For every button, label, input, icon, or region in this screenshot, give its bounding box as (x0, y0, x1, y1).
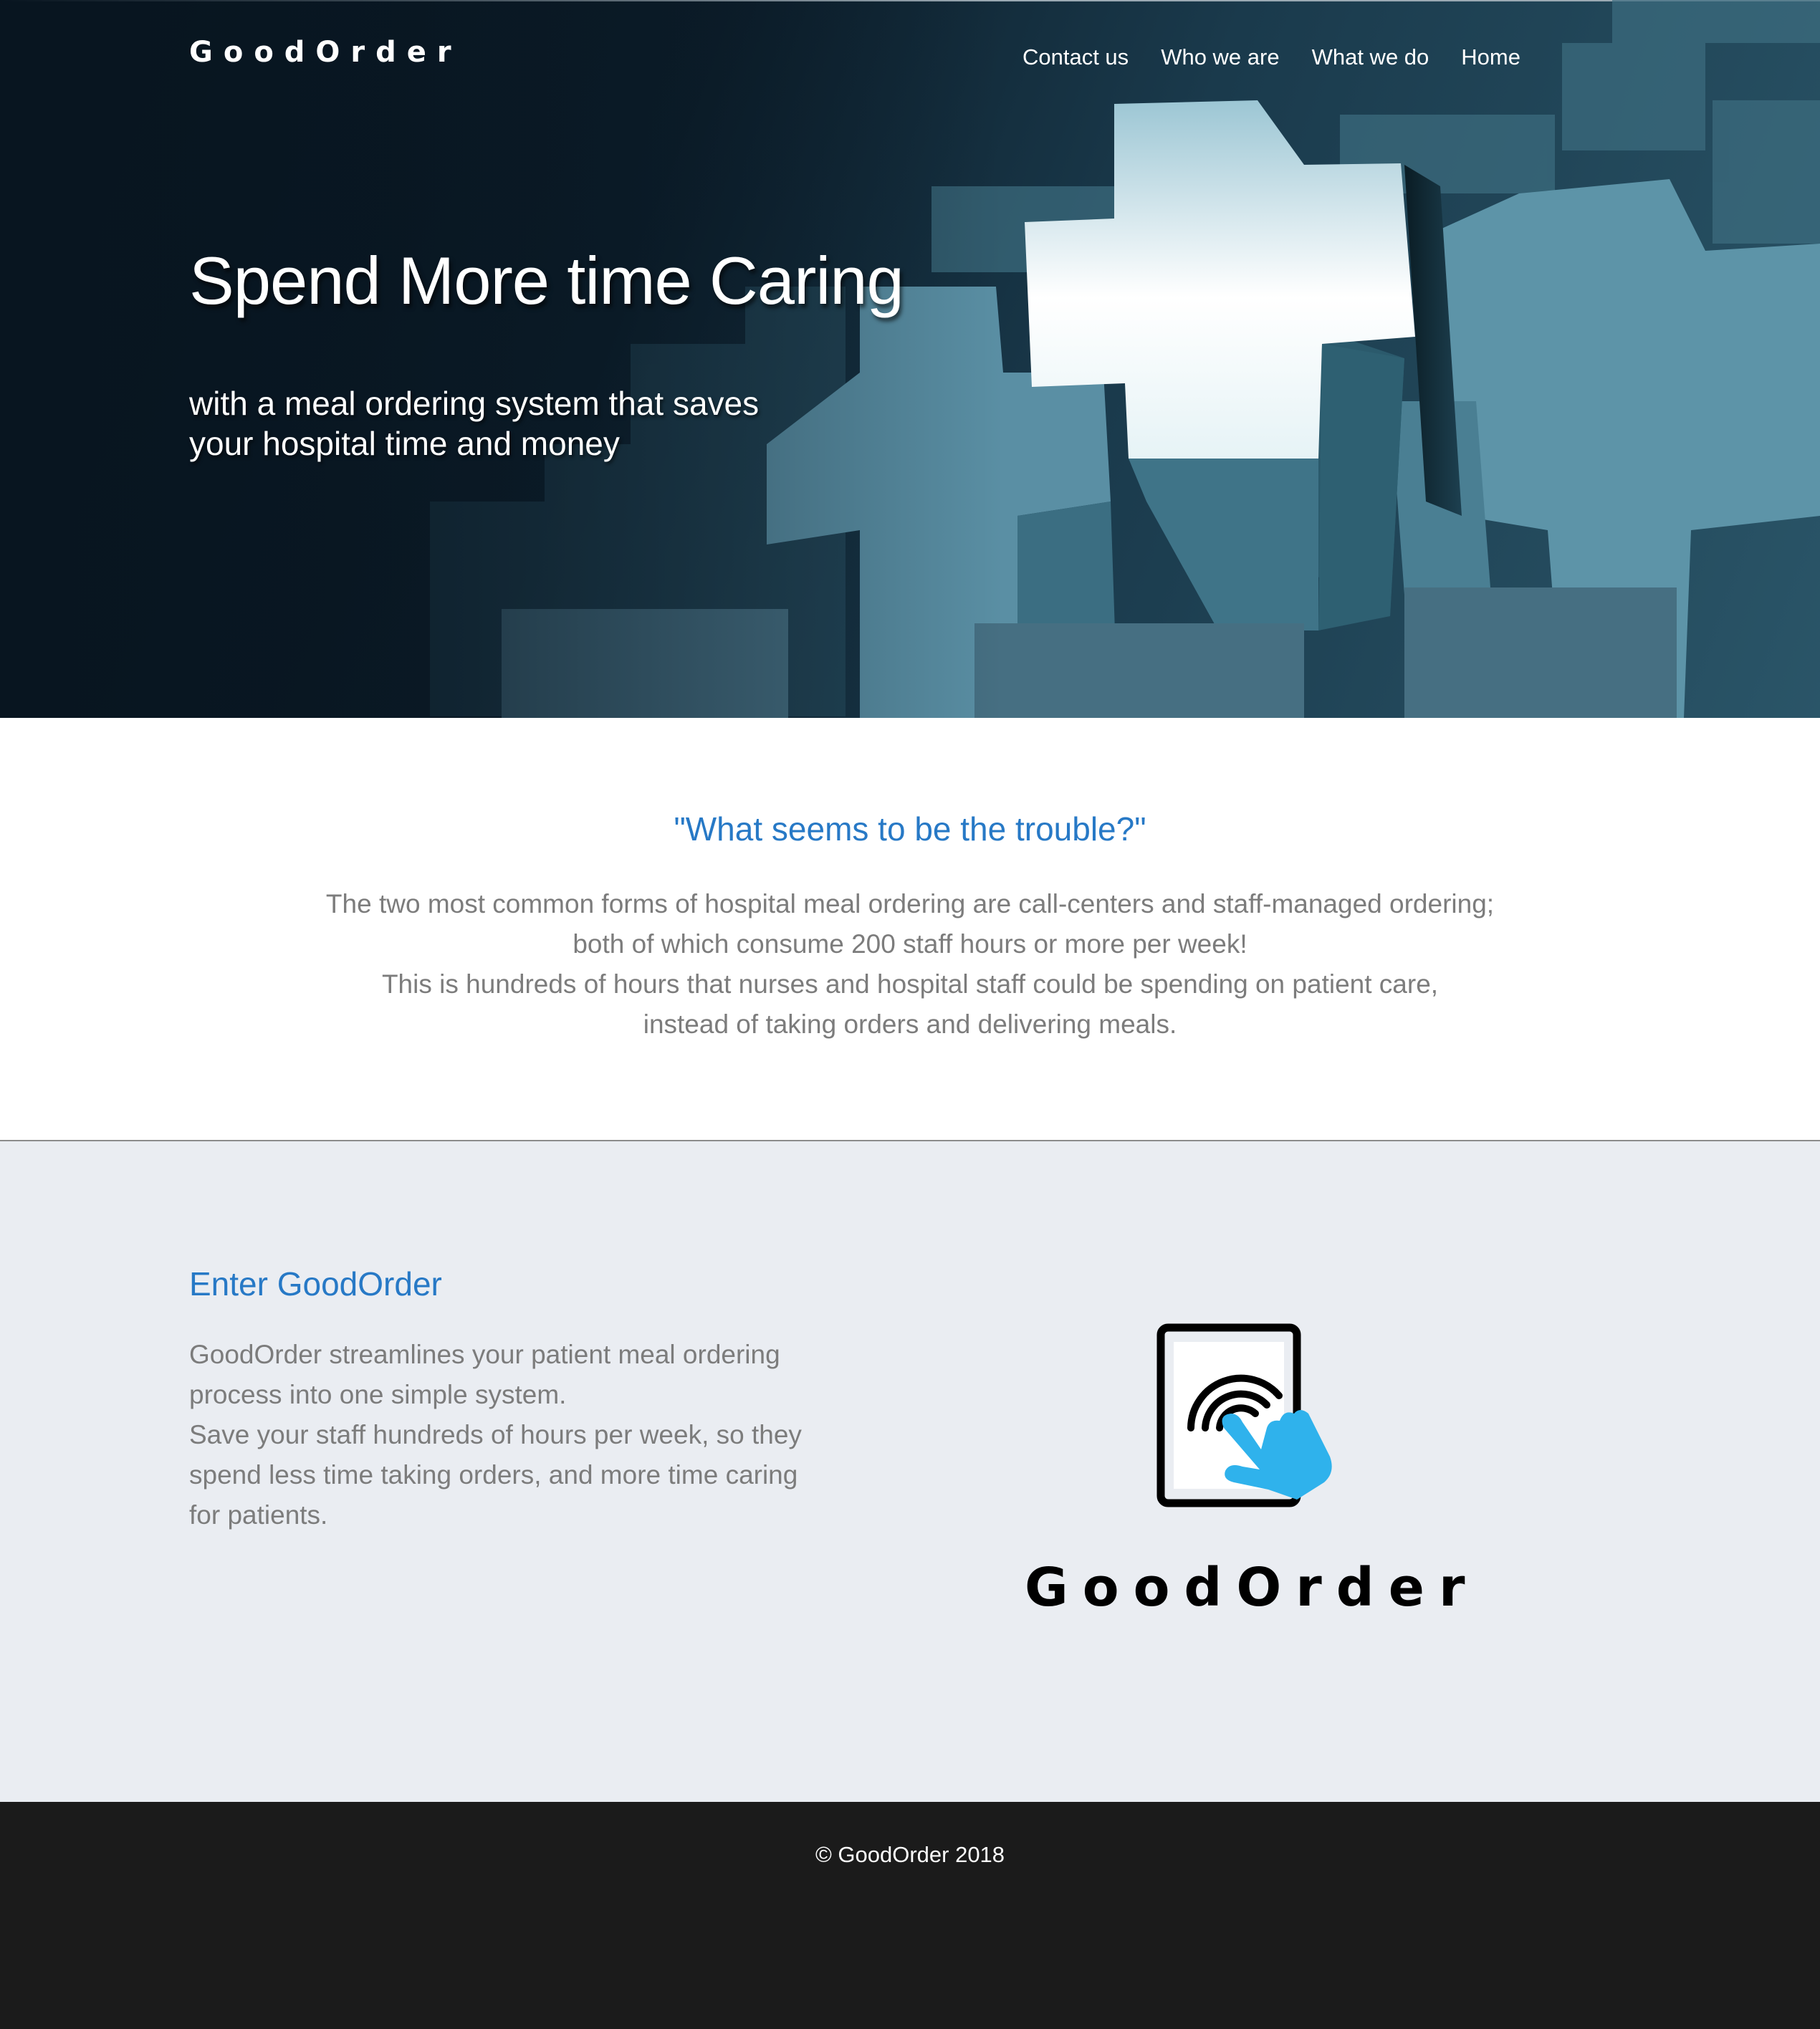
copyright-text: © GoodOrder 2018 (815, 1842, 1005, 1867)
hero-title: Spend More time Caring (189, 243, 904, 318)
goodorder-logo: GoodOrder (1025, 1320, 1480, 1621)
enter-goodorder-section: Enter GoodOrder GoodOrder streamlines yo… (0, 1141, 1820, 1802)
nav-home[interactable]: Home (1461, 44, 1520, 70)
logo-wordmark: GoodOrder (1025, 1557, 1480, 1618)
nav-contact-us[interactable]: Contact us (1022, 44, 1129, 70)
brand-logo[interactable]: GoodOrder (189, 36, 462, 69)
enter-line: Save your staff hundreds of hours per we… (189, 1420, 802, 1449)
site-footer: © GoodOrder 2018 (0, 1802, 1820, 2029)
tablet-tap-icon (1156, 1323, 1332, 1507)
trouble-line: instead of taking orders and delivering … (643, 1009, 1177, 1039)
enter-line: GoodOrder streamlines your patient meal … (189, 1340, 780, 1369)
trouble-section: "What seems to be the trouble?" The two … (0, 718, 1820, 1141)
main-nav: Contact us Who we are What we do Home (1022, 44, 1520, 70)
trouble-text: The two most common forms of hospital me… (193, 884, 1627, 1045)
nav-who-we-are[interactable]: Who we are (1161, 44, 1279, 70)
enter-line: process into one simple system. (189, 1380, 567, 1409)
enter-text: GoodOrder streamlines your patient meal … (189, 1335, 834, 1535)
trouble-line: This is hundreds of hours that nurses an… (381, 969, 1439, 999)
enter-line: spend less time taking orders, and more … (189, 1460, 798, 1490)
hero-banner: GoodOrder Contact us Who we are What we … (0, 0, 1820, 718)
hero-medical-crosses-image (0, 0, 1820, 718)
trouble-line: The two most common forms of hospital me… (325, 889, 1495, 918)
trouble-heading: "What seems to be the trouble?" (674, 810, 1146, 848)
hero-subtitle-line: with a meal ordering system that saves (189, 385, 760, 422)
enter-line: for patients. (189, 1500, 328, 1530)
nav-what-we-do[interactable]: What we do (1312, 44, 1429, 70)
hero-subtitle: with a meal ordering system that saves y… (189, 383, 834, 464)
trouble-line: both of which consume 200 staff hours or… (573, 929, 1247, 959)
enter-heading: Enter GoodOrder (189, 1265, 442, 1303)
hero-subtitle-line: your hospital time and money (189, 425, 620, 462)
